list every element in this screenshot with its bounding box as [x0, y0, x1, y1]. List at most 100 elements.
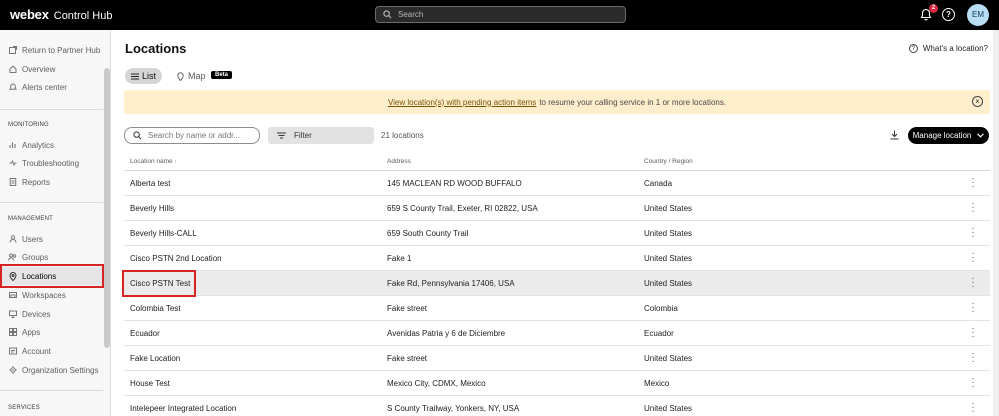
sidebar-item-label: Troubleshooting — [22, 158, 80, 168]
brand-name: webex — [10, 7, 49, 22]
table-row[interactable]: Beverly Hills 659 S County Trail, Exeter… — [124, 196, 990, 221]
location-count: 21 locations — [381, 131, 424, 140]
table-row[interactable]: Ecuador Avenidas Patria y 6 de Diciembre… — [124, 321, 990, 346]
sidebar-item-label: Alerts center — [22, 82, 67, 92]
sidebar-item-troubleshooting[interactable]: Troubleshooting — [0, 154, 103, 172]
sidebar-item-alerts-center[interactable]: Alerts center — [0, 78, 103, 96]
cell-country: United States — [644, 254, 693, 263]
cell-country: United States — [644, 204, 693, 213]
user-avatar[interactable]: EM — [967, 4, 989, 26]
sidebar-scrollbar[interactable] — [104, 68, 110, 348]
sidebar-item-devices[interactable]: Devices — [0, 305, 103, 323]
apps-icon — [8, 328, 17, 337]
sidebar-item-reports[interactable]: Reports — [0, 173, 103, 191]
cell-location-name[interactable]: Fake Location — [130, 354, 180, 363]
sidebar: Return to Partner Hub Overview Alerts ce… — [0, 30, 111, 416]
tab-list[interactable]: List — [125, 68, 162, 84]
cell-country: United States — [644, 404, 693, 413]
column-header-location-name[interactable]: Location name ↑ — [130, 158, 177, 165]
sort-arrow-icon: ↑ — [174, 159, 177, 165]
cell-location-name[interactable]: Alberta test — [130, 179, 170, 188]
column-header-address: Address — [387, 158, 411, 165]
download-icon[interactable] — [890, 130, 899, 140]
highlight-box-locations-nav — [0, 264, 104, 288]
home-icon — [8, 65, 17, 74]
help-icon[interactable]: ? — [942, 8, 955, 21]
more-options-icon[interactable]: · · · — [969, 224, 977, 242]
sidebar-heading-management: MANAGEMENT — [8, 216, 54, 222]
whats-a-location-link[interactable]: ? What's a location? — [908, 44, 988, 53]
filter-label: Filter — [294, 131, 312, 140]
table-row[interactable]: Beverly Hills-CALL 659 South County Trai… — [124, 221, 990, 246]
location-search-input[interactable]: Search by name or addr... — [124, 127, 260, 144]
cell-location-name[interactable]: Beverly Hills-CALL — [130, 229, 197, 238]
close-icon[interactable]: × — [972, 96, 983, 107]
banner-text: to resume your calling service in 1 or m… — [539, 97, 727, 107]
sidebar-item-organization-settings[interactable]: Organization Settings — [0, 361, 103, 379]
cell-location-name[interactable]: Intelepeer Integrated Location — [130, 404, 236, 413]
more-options-icon[interactable]: · · · — [969, 349, 977, 367]
device-icon — [8, 310, 17, 319]
table-row[interactable]: Alberta test 145 MACLEAN RD WOOD BUFFALO… — [124, 171, 990, 196]
sidebar-item-analytics[interactable]: Analytics — [0, 136, 103, 154]
cell-country: Mexico — [644, 379, 670, 388]
more-options-icon[interactable]: · · · — [969, 199, 977, 217]
manage-location-label: Manage location — [912, 131, 972, 140]
cell-country: Colombia — [644, 304, 678, 313]
sidebar-heading-services: SERVICES — [8, 405, 40, 411]
cell-address: Fake Rd, Pennsylvania 17406, USA — [387, 279, 515, 288]
global-search-input[interactable]: Search — [375, 6, 626, 23]
sidebar-item-label: Overview — [22, 64, 56, 74]
cell-address: Mexico City, CDMX, Mexico — [387, 379, 486, 388]
top-bar: webex Control Hub Search 2 ? EM — [0, 0, 999, 30]
cell-country: United States — [644, 354, 693, 363]
more-options-icon[interactable]: · · · — [969, 274, 977, 292]
table-row[interactable]: Intelepeer Integrated Location S County … — [124, 396, 990, 416]
sidebar-item-workspaces[interactable]: Workspaces — [0, 286, 103, 304]
page-title: Locations — [125, 41, 187, 56]
main-scrollbar[interactable] — [993, 30, 999, 416]
brand-logo[interactable]: webex Control Hub — [10, 7, 112, 22]
cell-address: 659 South County Trail — [387, 229, 469, 238]
sidebar-item-apps[interactable]: Apps — [0, 323, 103, 341]
cell-location-name[interactable]: Beverly Hills — [130, 204, 174, 213]
sidebar-item-return-partner-hub[interactable]: Return to Partner Hub — [0, 41, 103, 59]
more-options-icon[interactable]: · · · — [969, 249, 977, 267]
more-options-icon[interactable]: · · · — [969, 374, 977, 392]
more-options-icon[interactable]: · · · — [969, 299, 977, 317]
workspace-icon — [8, 291, 17, 300]
more-options-icon[interactable]: · · · — [969, 324, 977, 342]
more-options-icon[interactable]: · · · — [969, 399, 977, 416]
sidebar-divider — [0, 109, 103, 110]
cell-address: Fake street — [387, 354, 428, 363]
gear-icon — [8, 366, 17, 375]
pending-action-link[interactable]: View location(s) with pending action ite… — [388, 98, 536, 107]
sidebar-item-label: Apps — [22, 327, 41, 337]
manage-location-button[interactable]: Manage location — [908, 127, 989, 144]
sidebar-item-account[interactable]: Account — [0, 342, 103, 360]
sidebar-item-users[interactable]: Users — [0, 230, 103, 248]
cell-location-name[interactable]: Ecuador — [130, 329, 160, 338]
table-row[interactable]: Colombia Test Fake street Colombia · · · — [124, 296, 990, 321]
tab-map[interactable]: Map — [177, 71, 206, 81]
cell-country: Canada — [644, 179, 673, 188]
table-row-selected[interactable]: Cisco PSTN Test Fake Rd, Pennsylvania 17… — [124, 271, 990, 296]
cell-location-name[interactable]: Cisco PSTN 2nd Location — [130, 254, 222, 263]
cell-location-name[interactable]: House Test — [130, 379, 170, 388]
sidebar-item-overview[interactable]: Overview — [0, 60, 103, 78]
list-icon — [130, 73, 139, 79]
document-icon — [8, 178, 17, 187]
bell-icon — [8, 83, 17, 92]
cell-location-name[interactable]: Colombia Test — [130, 304, 181, 313]
sidebar-item-label: Return to Partner Hub — [22, 45, 101, 55]
table-row[interactable]: House Test Mexico City, CDMX, Mexico Mex… — [124, 371, 990, 396]
sidebar-item-label: Organization Settings — [22, 365, 99, 375]
cell-address: Fake street — [387, 304, 428, 313]
table-row[interactable]: Cisco PSTN 2nd Location Fake 1 United St… — [124, 246, 990, 271]
whats-a-location-label: What's a location? — [922, 44, 988, 53]
sidebar-item-label: Reports — [22, 177, 51, 187]
table-row[interactable]: Fake Location Fake street United States … — [124, 346, 990, 371]
brand-product: Control Hub — [53, 10, 113, 22]
more-options-icon[interactable]: · · · — [969, 174, 977, 192]
filter-button[interactable]: Filter — [268, 127, 374, 144]
